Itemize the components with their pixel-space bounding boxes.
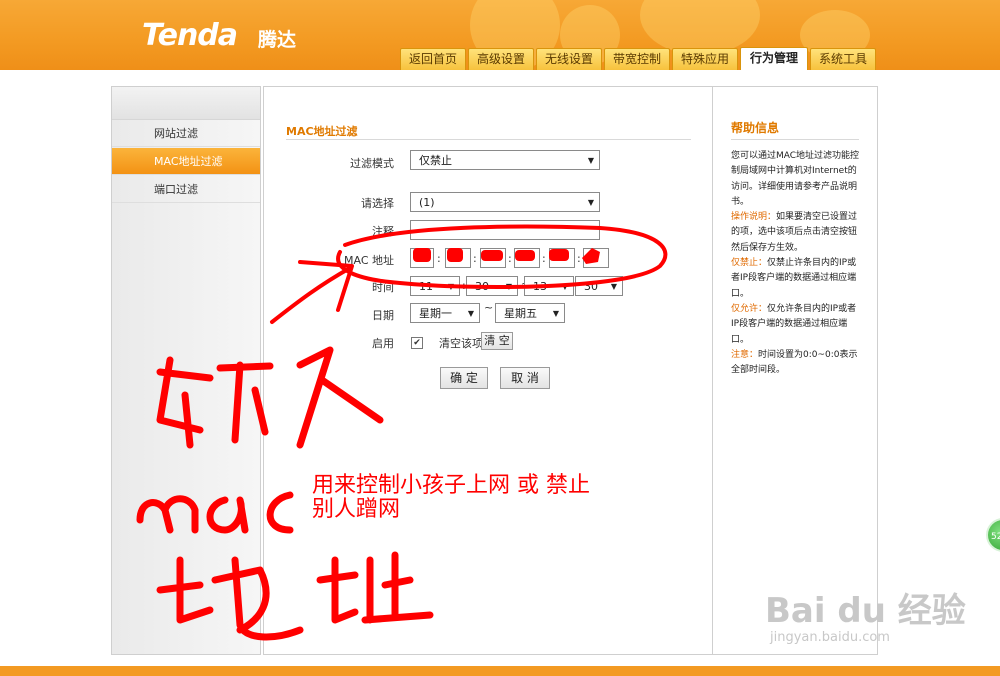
- baidu-watermark-logo: Bai du 经验: [765, 591, 966, 631]
- time-end-min-value: 30: [584, 280, 598, 293]
- tab-bandwidth[interactable]: 带宽控制: [604, 48, 670, 70]
- help-note-label: 注意：: [731, 349, 759, 360]
- mac-octet-6[interactable]: [583, 248, 609, 268]
- date-end-select[interactable]: 星期五 ▼: [495, 303, 565, 323]
- time-start-min-value: 30: [475, 280, 489, 293]
- dropdown-arrow-icon: ▼: [552, 309, 559, 318]
- sidebar-item-mac-filter[interactable]: MAC地址过滤: [112, 148, 260, 175]
- entry-select[interactable]: (1) ▼: [410, 192, 600, 212]
- clear-entry-label: 清空该项:: [439, 337, 487, 350]
- date-start-select[interactable]: 星期一 ▼: [410, 303, 480, 323]
- dropdown-arrow-icon: ▼: [505, 282, 512, 291]
- sidebar-top: [112, 87, 260, 120]
- enable-checkbox[interactable]: ✔: [411, 337, 423, 349]
- time-start-hour-value: 11: [419, 280, 433, 293]
- footer-bar: [0, 666, 1000, 676]
- help-op-label: 操作说明：: [731, 212, 777, 223]
- time-start-min-select[interactable]: 30 ▼: [466, 276, 518, 296]
- sidebar-item-website-filter[interactable]: 网站过滤: [112, 120, 260, 147]
- section-divider: [286, 139, 691, 140]
- header-bar: Tenda 腾达 返回首页 高级设置 无线设置 带宽控制 特殊应用 行为管理 系…: [0, 0, 1000, 70]
- tab-special[interactable]: 特殊应用: [672, 48, 738, 70]
- entry-select-value: (1): [419, 196, 435, 209]
- time-end-hour-value: 13: [533, 280, 547, 293]
- floating-speed-badge[interactable]: 52: [986, 518, 1000, 552]
- time-start-hour-select[interactable]: 11 ▼: [410, 276, 460, 296]
- filter-mode-select[interactable]: 仅禁止 ▼: [410, 150, 600, 170]
- dropdown-arrow-icon: ▼: [587, 156, 594, 165]
- dropdown-arrow-icon: ▼: [467, 309, 474, 318]
- mac-octet-1[interactable]: [410, 248, 434, 268]
- time-label: 时间: [372, 281, 394, 294]
- select-entry-label: 请选择: [361, 197, 394, 210]
- help-allow-label: 仅允许：: [731, 303, 768, 314]
- help-panel: 帮助信息 您可以通过MAC地址过滤功能控制局域网中计算机对Internet的访问…: [712, 86, 878, 655]
- filter-mode-label: 过滤模式: [350, 157, 394, 170]
- mac-octet-5[interactable]: [549, 248, 575, 268]
- tab-wireless[interactable]: 无线设置: [536, 48, 602, 70]
- sidebar: 网站过滤 MAC地址过滤 端口过滤: [111, 86, 261, 655]
- dropdown-arrow-icon: ▼: [561, 282, 568, 291]
- mac-octet-4[interactable]: [514, 248, 540, 268]
- dropdown-arrow-icon: ▼: [587, 198, 594, 207]
- date-start-value: 星期一: [419, 307, 452, 320]
- help-divider: [731, 139, 859, 140]
- sidebar-item-port-filter[interactable]: 端口过滤: [112, 176, 260, 203]
- main-panel: MAC地址过滤 过滤模式 仅禁止 ▼ 请选择 (1) ▼ 注释 MAC 地址 :…: [263, 86, 712, 655]
- dropdown-arrow-icon: ▼: [610, 282, 617, 291]
- note-input[interactable]: [410, 220, 600, 240]
- tab-advanced[interactable]: 高级设置: [468, 48, 534, 70]
- help-title: 帮助信息: [731, 121, 780, 135]
- help-deny-label: 仅禁止：: [731, 258, 768, 269]
- time-end-hour-select[interactable]: 13 ▼: [524, 276, 574, 296]
- help-intro: 您可以通过MAC地址过滤功能控制局域网中计算机对Internet的访问。详细使用…: [731, 151, 860, 207]
- note-label: 注释: [372, 225, 394, 238]
- filter-mode-value: 仅禁止: [419, 154, 452, 167]
- annotation-line-2: 别人蹭网: [312, 497, 401, 522]
- date-label: 日期: [372, 309, 394, 322]
- enable-label: 启用: [372, 337, 394, 350]
- tenda-logo-cn: 腾达: [258, 29, 297, 51]
- cancel-button[interactable]: 取 消: [500, 367, 550, 389]
- tab-home[interactable]: 返回首页: [400, 48, 466, 70]
- clear-button[interactable]: 清 空: [481, 332, 513, 350]
- mac-octet-2[interactable]: [445, 248, 471, 268]
- mac-octet-3[interactable]: [480, 248, 506, 268]
- tab-tools[interactable]: 系统工具: [810, 48, 876, 70]
- baidu-watermark-url: jingyan.baidu.com: [770, 630, 890, 645]
- mac-label: MAC 地址: [344, 254, 394, 267]
- tab-behavior[interactable]: 行为管理: [740, 47, 808, 70]
- date-range-separator: ~: [484, 301, 494, 314]
- dropdown-arrow-icon: ▼: [447, 282, 454, 291]
- date-end-value: 星期五: [504, 307, 537, 320]
- tenda-logo: Tenda: [142, 18, 238, 53]
- annotation-line-1: 用来控制小孩子上网 或 禁止: [312, 473, 590, 498]
- confirm-button[interactable]: 确 定: [440, 367, 488, 389]
- help-text: 您可以通过MAC地址过滤功能控制局域网中计算机对Internet的访问。详细使用…: [731, 149, 863, 378]
- section-title: MAC地址过滤: [286, 125, 358, 138]
- time-end-min-select[interactable]: 30 ▼: [575, 276, 623, 296]
